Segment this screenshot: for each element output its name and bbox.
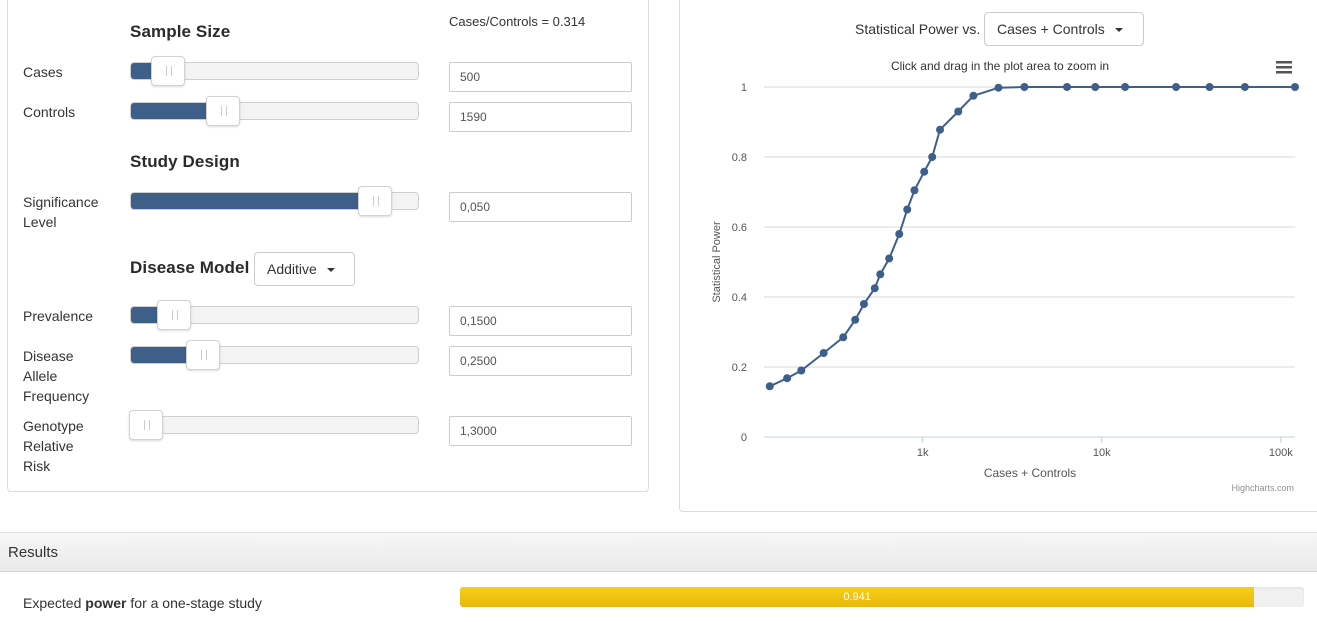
- data-point[interactable]: [1172, 83, 1181, 91]
- y-axis-ticks: 0 0.2 0.4 0.6 0.8 1: [732, 82, 747, 444]
- y-tick-label: 0.6: [732, 222, 747, 234]
- relative-risk-label-line1: Genotype: [23, 418, 84, 434]
- x-axis-select[interactable]: Cases + Controls: [984, 12, 1144, 46]
- data-point[interactable]: [797, 366, 806, 375]
- allele-frequency-slider-handle[interactable]: [185, 340, 220, 370]
- disease-model-title: Disease Model: [130, 258, 250, 277]
- relative-risk-label-line3: Risk: [23, 458, 51, 474]
- x-axis-label: Cases + Controls: [984, 466, 1076, 480]
- power-progress: 0.941: [460, 587, 1304, 607]
- results-header: Results: [0, 532, 1317, 572]
- y-axis-label: Statistical Power: [711, 221, 723, 303]
- significance-input[interactable]: 0,050: [449, 192, 632, 222]
- data-point[interactable]: [1240, 83, 1249, 91]
- disease-model-select-value: Additive: [267, 261, 317, 277]
- power-series-line: [769, 86, 1295, 388]
- hamburger-menu-icon[interactable]: [1276, 61, 1292, 74]
- chart-subtitle: Click and drag in the plot area to zoom …: [891, 59, 1109, 73]
- study-design-title: Study Design: [130, 152, 240, 171]
- data-point[interactable]: [920, 167, 929, 176]
- data-point[interactable]: [936, 125, 945, 134]
- data-point[interactable]: [928, 153, 937, 161]
- significance-label-line2: Level: [23, 214, 57, 230]
- data-point[interactable]: [876, 270, 885, 279]
- caret-down-icon: [326, 268, 335, 273]
- data-point[interactable]: [851, 315, 860, 324]
- data-point[interactable]: [895, 230, 904, 238]
- data-point[interactable]: [1291, 83, 1299, 91]
- significance-slider-handle[interactable]: [357, 186, 392, 216]
- significance-slider[interactable]: [130, 186, 419, 216]
- prevalence-slider[interactable]: [130, 300, 419, 330]
- power-chart[interactable]: 0 0.2 0.4 0.6 0.8 1 1k 10k 100k Click and drag …: [680, 50, 1310, 500]
- data-point[interactable]: [1020, 83, 1029, 91]
- results-header-text: Results: [8, 544, 59, 561]
- prevalence-slider-handle[interactable]: [157, 300, 192, 330]
- data-point[interactable]: [969, 91, 978, 100]
- data-point[interactable]: [859, 300, 868, 308]
- controls-input[interactable]: 1590: [449, 102, 632, 132]
- data-point[interactable]: [910, 186, 919, 195]
- data-point[interactable]: [839, 333, 848, 342]
- caret-down-icon: [1114, 28, 1123, 33]
- data-point[interactable]: [819, 349, 828, 357]
- controls-slider[interactable]: [130, 96, 419, 126]
- cases-label: Cases: [23, 64, 63, 80]
- x-tick-label: 1k: [917, 447, 929, 459]
- expected-power-text: Expected power for a one-stage study: [23, 595, 262, 611]
- cases-controls-ratio: Cases/Controls = 0.314: [449, 14, 586, 29]
- chart-grid: [764, 86, 1295, 438]
- allele-frequency-label-line2: Allele: [23, 368, 58, 384]
- allele-frequency-label-line1: Disease: [23, 348, 74, 364]
- expected-power-bold: power: [85, 595, 127, 611]
- y-tick-label: 1: [741, 82, 747, 94]
- data-point[interactable]: [783, 374, 792, 383]
- data-point[interactable]: [1121, 83, 1130, 91]
- significance-label: Significance Level: [23, 192, 99, 232]
- cases-slider[interactable]: [130, 56, 419, 86]
- data-point[interactable]: [1063, 83, 1072, 91]
- data-point[interactable]: [903, 205, 912, 214]
- x-tick-label: 100k: [1269, 447, 1293, 459]
- controls-label: Controls: [23, 104, 76, 120]
- significance-label-line1: Significance: [23, 194, 99, 210]
- cases-slider-handle[interactable]: [151, 56, 186, 86]
- y-tick-label: 0.4: [732, 292, 747, 304]
- expected-power-prefix: Expected: [23, 595, 86, 611]
- x-tick-label: 10k: [1093, 447, 1111, 459]
- data-point[interactable]: [1091, 83, 1100, 91]
- chart-credits: Highcharts.com: [1231, 483, 1294, 493]
- chart-title-prefix: Statistical Power vs.: [855, 21, 981, 37]
- sample-size-title: Sample Size: [130, 22, 231, 41]
- relative-risk-input[interactable]: 1,3000: [449, 416, 632, 446]
- data-point[interactable]: [870, 284, 879, 293]
- disease-model-select[interactable]: Additive: [254, 252, 355, 286]
- allele-frequency-label: Disease Allele Frequency: [23, 346, 89, 406]
- y-tick-label: 0: [741, 432, 747, 444]
- cases-input[interactable]: 500: [449, 62, 632, 92]
- relative-risk-label-line2: Relative: [23, 438, 74, 454]
- y-tick-label: 0.2: [732, 362, 747, 374]
- controls-slider-handle[interactable]: [205, 96, 240, 126]
- relative-risk-label: Genotype Relative Risk: [23, 416, 84, 476]
- data-point[interactable]: [954, 107, 963, 116]
- data-point[interactable]: [885, 254, 894, 263]
- power-progress-bar: 0.941: [460, 587, 1255, 607]
- prevalence-label: Prevalence: [23, 308, 94, 324]
- data-point[interactable]: [994, 83, 1003, 92]
- data-point[interactable]: [765, 382, 774, 391]
- data-point[interactable]: [1205, 83, 1214, 91]
- relative-risk-slider[interactable]: [129, 410, 419, 440]
- power-series-points[interactable]: [765, 83, 1299, 391]
- relative-risk-slider-handle[interactable]: [129, 410, 163, 440]
- prevalence-input[interactable]: 0,1500: [449, 306, 632, 336]
- allele-frequency-input[interactable]: 0,2500: [449, 346, 632, 376]
- y-tick-label: 0.8: [732, 152, 747, 164]
- significance-slider-fill: [131, 193, 375, 209]
- expected-power-suffix: for a one-stage study: [126, 595, 262, 611]
- allele-frequency-label-line3: Frequency: [23, 388, 90, 404]
- x-axis-ticks: 1k 10k 100k: [917, 437, 1293, 459]
- x-axis-select-value: Cases + Controls: [997, 21, 1105, 37]
- allele-frequency-slider[interactable]: [130, 340, 419, 370]
